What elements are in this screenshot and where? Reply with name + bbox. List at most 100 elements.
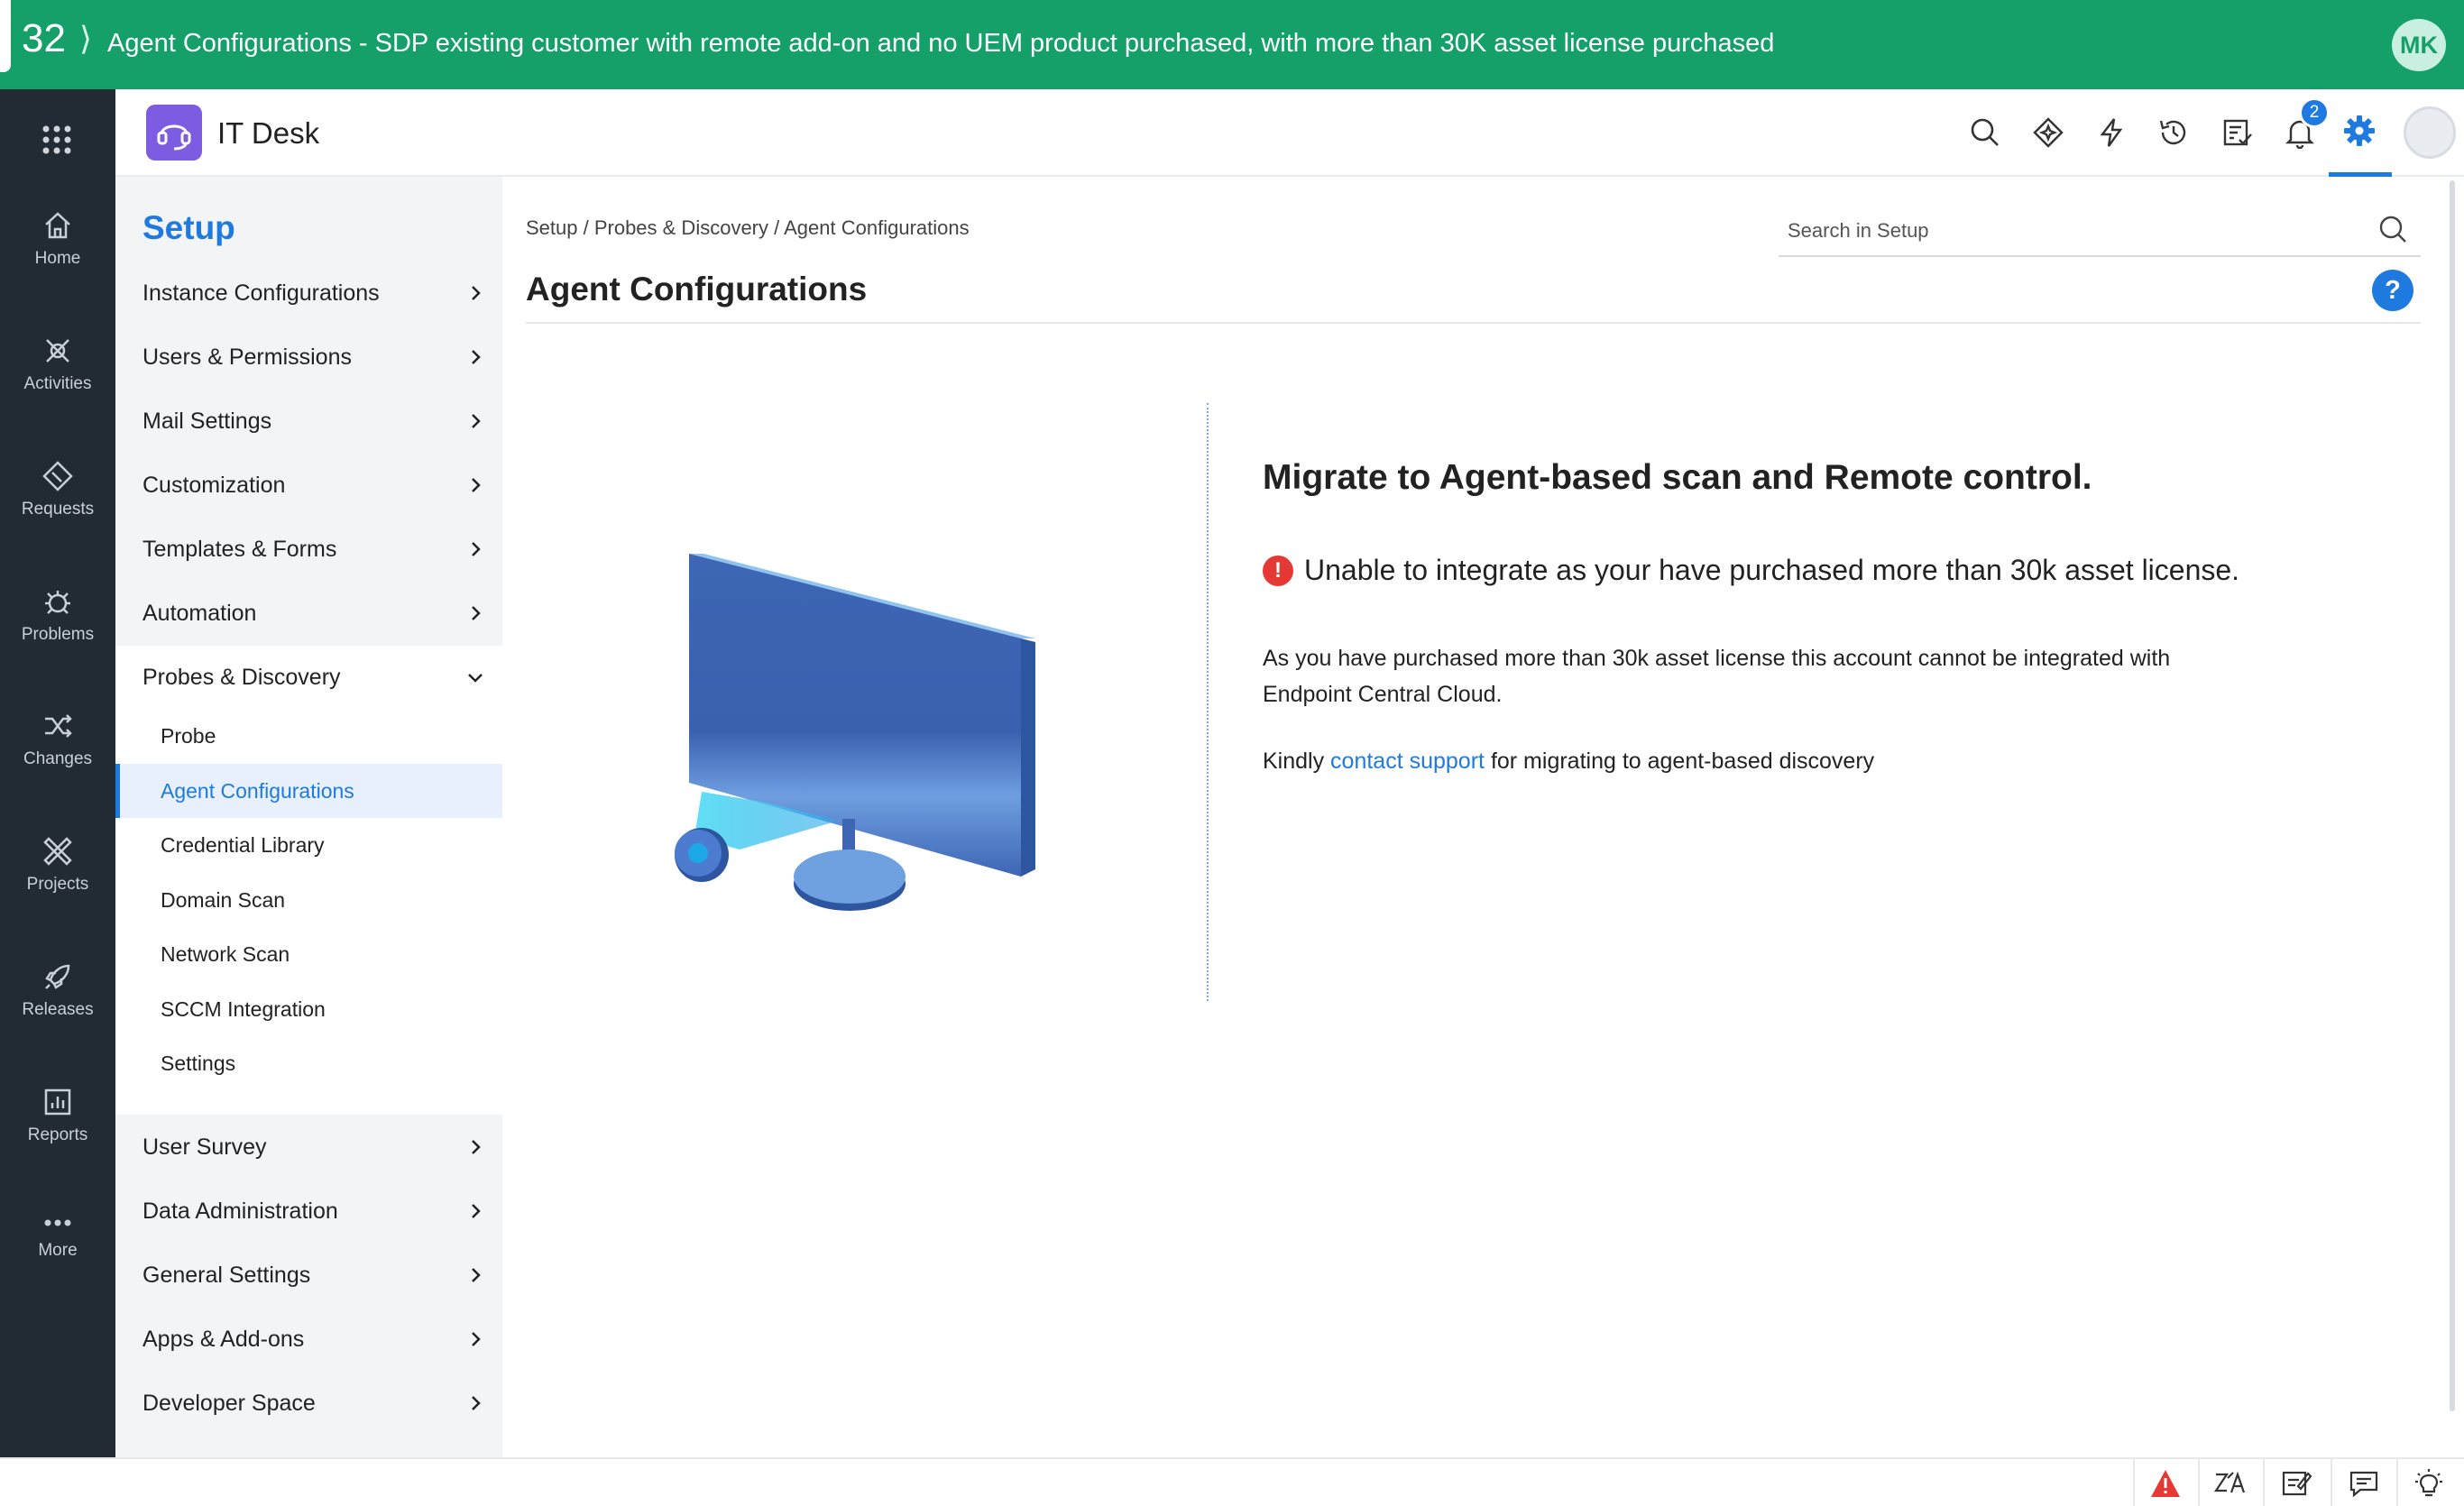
menu-general-settings[interactable]: General Settings — [143, 1257, 485, 1293]
menu-apps-addons[interactable]: Apps & Add-ons — [143, 1321, 485, 1357]
menu-label: Data Administration — [143, 1198, 338, 1224]
chevron-right-icon — [472, 1396, 481, 1410]
it-desk-logo[interactable] — [146, 105, 202, 161]
profile-picture[interactable] — [2404, 106, 2456, 159]
submenu-settings[interactable]: Settings — [161, 1047, 235, 1079]
menu-label: Customization — [143, 472, 286, 498]
banner-title: Agent Configurations - SDP existing cust… — [107, 29, 1775, 58]
explanation-text: As you have purchased more than 30k asse… — [1263, 646, 2171, 707]
activities-icon — [46, 339, 69, 363]
banner-step-number: 32 — [22, 16, 66, 60]
menu-label: User Survey — [143, 1134, 267, 1160]
submenu-group — [115, 646, 502, 1115]
menu-instance-configurations[interactable]: Instance Configurations — [143, 275, 485, 311]
ai-assist-icon[interactable] — [2028, 113, 2068, 152]
projects-icon — [43, 837, 72, 866]
warning-message: ! Unable to integrate as your have purch… — [1263, 554, 2239, 587]
search-placeholder: Search in Setup — [1788, 219, 1929, 242]
setup-title: Setup — [143, 209, 235, 246]
kindly-suffix: for migrating to agent-based discovery — [1490, 748, 1875, 774]
submenu-sccm-integration[interactable]: SCCM Integration — [161, 993, 326, 1025]
chat-icon[interactable] — [2347, 1466, 2381, 1501]
user-avatar[interactable]: MK — [2392, 19, 2446, 71]
home-icon — [45, 212, 70, 239]
setup-tab[interactable] — [2329, 89, 2392, 177]
chevron-right-icon — [472, 350, 481, 364]
nav-reports-label: Reports — [27, 1125, 88, 1144]
nav-more-label: More — [38, 1241, 78, 1260]
nav-more[interactable]: More — [0, 1212, 115, 1261]
left-nav-rail: Home Activities Requests Problems Change… — [0, 89, 115, 1457]
nav-changes[interactable]: Changes — [0, 710, 115, 769]
nav-home[interactable]: Home — [0, 209, 115, 269]
banner-separator-icon: ⟩ — [79, 20, 93, 57]
menu-user-survey[interactable]: User Survey — [143, 1129, 485, 1165]
tasks-icon[interactable] — [2218, 113, 2257, 152]
quick-actions-icon[interactable] — [2092, 113, 2131, 152]
menu-developer-space[interactable]: Developer Space — [143, 1385, 485, 1421]
chevron-right-icon — [472, 1140, 481, 1154]
menu-label: Automation — [143, 600, 257, 626]
submenu-probe[interactable]: Probe — [161, 720, 216, 752]
nav-activities[interactable]: Activities — [0, 335, 115, 394]
banner-notch — [0, 0, 11, 72]
menu-templates-forms[interactable]: Templates & Forms — [143, 531, 485, 567]
menu-label: General Settings — [143, 1262, 311, 1288]
help-icon[interactable]: ? — [2372, 270, 2413, 311]
vertical-scrollbar[interactable] — [2450, 180, 2455, 1411]
nav-projects[interactable]: Projects — [0, 835, 115, 895]
submenu-agent-configurations[interactable]: Agent Configurations — [161, 775, 354, 807]
requests-icon — [42, 461, 73, 491]
menu-mail-settings[interactable]: Mail Settings — [143, 403, 485, 439]
notes-icon[interactable] — [2280, 1466, 2314, 1501]
app-grid-icon[interactable] — [41, 124, 73, 156]
app-header: IT Desk — [115, 89, 2464, 177]
global-search-icon[interactable] — [1965, 113, 2005, 152]
breadcrumb[interactable]: Setup / Probes & Discovery / Agent Confi… — [526, 216, 970, 240]
lightbulb-icon[interactable] — [2412, 1466, 2446, 1501]
top-banner: 32 ⟩ Agent Configurations - SDP existing… — [0, 0, 2464, 89]
nav-projects-label: Projects — [26, 875, 89, 894]
translate-icon[interactable] — [2213, 1466, 2248, 1501]
nav-reports[interactable]: Reports — [0, 1086, 115, 1145]
problems-icon — [45, 591, 70, 614]
menu-label: Apps & Add-ons — [143, 1326, 305, 1352]
footer-divider — [2263, 1459, 2265, 1506]
footer-divider — [2331, 1459, 2332, 1506]
submenu-network-scan[interactable]: Network Scan — [161, 938, 290, 970]
menu-probes-discovery[interactable]: Probes & Discovery — [143, 659, 485, 695]
nav-requests[interactable]: Requests — [0, 460, 115, 519]
nav-changes-label: Changes — [23, 749, 93, 768]
app-name: IT Desk — [217, 116, 320, 150]
title-divider — [526, 322, 2421, 324]
nav-releases-label: Releases — [22, 1000, 94, 1019]
error-icon: ! — [1263, 555, 1293, 586]
migrate-headline: Migrate to Agent-based scan and Remote c… — [1263, 458, 2092, 497]
warning-text: Unable to integrate as your have purchas… — [1304, 554, 2240, 586]
submenu-domain-scan[interactable]: Domain Scan — [161, 884, 285, 916]
nav-problems[interactable]: Problems — [0, 585, 115, 645]
footer-toolbar — [0, 1457, 2464, 1506]
notification-count-badge: 2 — [2299, 97, 2330, 128]
history-icon[interactable] — [2154, 113, 2193, 152]
page-title: Agent Configurations — [526, 271, 868, 308]
search-icon[interactable] — [2377, 214, 2410, 251]
menu-customization[interactable]: Customization — [143, 467, 485, 503]
menu-label: Probes & Discovery — [143, 664, 341, 690]
chevron-right-icon — [472, 286, 481, 300]
menu-users-permissions[interactable]: Users & Permissions — [143, 339, 485, 375]
nav-home-label: Home — [34, 249, 81, 268]
contact-support-link[interactable]: contact support — [1330, 748, 1485, 774]
releases-icon — [45, 964, 70, 989]
submenu-credential-library[interactable]: Credential Library — [161, 829, 325, 861]
footer-divider — [2198, 1459, 2200, 1506]
chevron-right-icon — [472, 606, 481, 620]
chevron-right-icon — [472, 1204, 481, 1218]
setup-search-input[interactable]: Search in Setup — [1779, 205, 2421, 257]
kindly-prefix: Kindly — [1263, 748, 1325, 774]
footer-divider — [2133, 1459, 2135, 1506]
nav-releases[interactable]: Releases — [0, 960, 115, 1020]
alert-icon[interactable] — [2148, 1466, 2183, 1501]
menu-automation[interactable]: Automation — [143, 595, 485, 631]
menu-data-administration[interactable]: Data Administration — [143, 1193, 485, 1229]
